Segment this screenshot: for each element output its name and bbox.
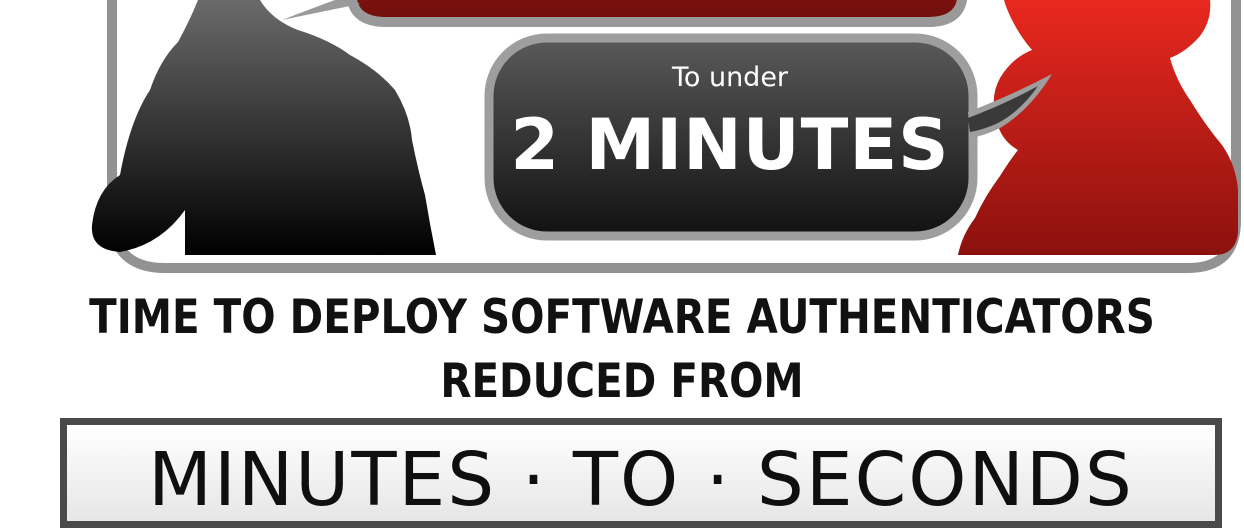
bubble-value-text: 2 MINUTES [510,104,950,186]
minutes-to-seconds-banner: MINUTES · TO · SECONDS [60,418,1222,528]
red-bubble [347,0,967,27]
infographic: To under 2 MINUTES TIME TO DEPLOY SOFTWA… [0,0,1244,528]
headline-line-2: REDUCED FROM [440,354,804,409]
headline-line-1: TIME TO DEPLOY SOFTWARE AUTHENTICATORS [89,290,1155,345]
bubble-prefix-text: To under [671,62,789,93]
man-silhouette [91,0,436,255]
banner-text: MINUTES · TO · SECONDS [148,437,1134,523]
red-bubble-tail [282,0,360,20]
